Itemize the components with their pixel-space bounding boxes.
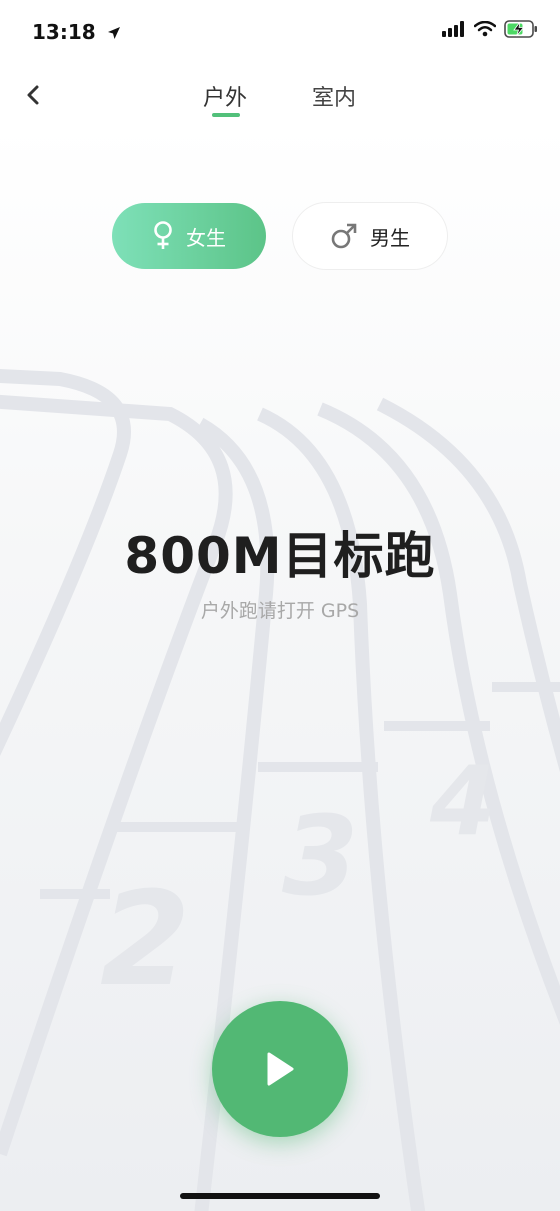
chevron-left-icon: [27, 85, 39, 105]
home-indicator: [180, 1193, 380, 1199]
start-button[interactable]: [212, 1001, 348, 1137]
female-symbol-icon: [154, 221, 172, 249]
tab-indoor[interactable]: 室内: [312, 80, 356, 112]
main-content: 2 3 4 女生 男生 800M目标跑 户外跑请打开 GPS: [0, 124, 560, 1211]
wifi-icon: [474, 21, 496, 37]
status-bar: 13:18: [0, 0, 560, 66]
lane-number-2: 2: [100, 863, 190, 1015]
male-symbol-icon: [331, 223, 357, 249]
female-button[interactable]: 女生: [112, 203, 266, 269]
male-label: 男生: [370, 225, 410, 250]
play-icon: [267, 1052, 294, 1086]
lane-number-4: 4: [429, 747, 496, 857]
female-label: 女生: [186, 225, 226, 250]
tab-outdoor[interactable]: 户外: [203, 80, 247, 112]
page-title: 800M目标跑: [124, 527, 436, 585]
male-button[interactable]: 男生: [293, 203, 447, 269]
nav-bar: 户外 室内: [0, 66, 560, 124]
battery-charging-icon: [504, 20, 537, 38]
status-time: 13:18: [32, 20, 121, 44]
lane-number-3: 3: [282, 792, 359, 920]
signal-icon: [442, 21, 464, 37]
gps-hint: 户外跑请打开 GPS: [200, 600, 360, 622]
back-button[interactable]: [16, 78, 50, 112]
active-tab-indicator: [212, 113, 240, 117]
status-icons: [442, 20, 538, 38]
status-time-text: 13:18: [32, 20, 96, 44]
location-arrow-icon: [107, 27, 120, 39]
